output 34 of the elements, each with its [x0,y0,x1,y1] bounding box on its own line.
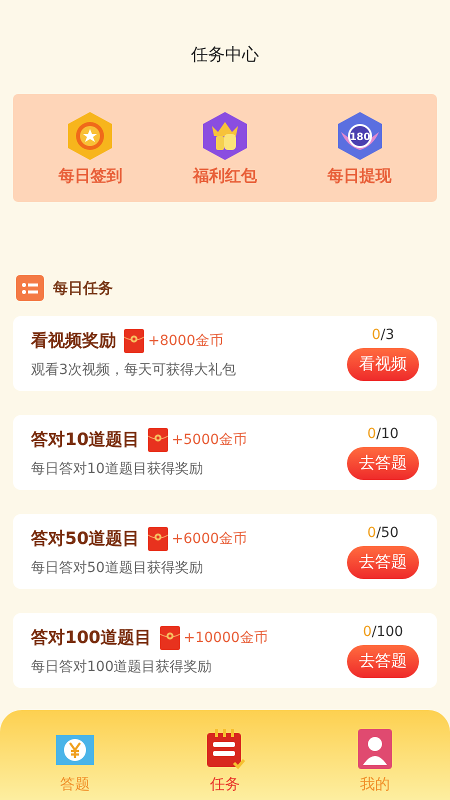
section-title: 每日任务 [53,278,113,298]
task-button[interactable]: 去答题 [347,546,419,578]
reward-text: +8000金币 [148,332,224,350]
task-description: 观看3次视频，每天可获得大礼包 [31,360,237,378]
tab[interactable]: 答题 [30,727,120,800]
task-description: 每日答对10道题目获得奖励 [31,460,204,478]
notepad-icon [204,727,246,771]
task-title: 答对100道题目 [31,627,152,649]
task-description: 每日答对50道题目获得奖励 [31,558,204,576]
reward-text: +5000金币 [172,430,248,448]
list-icon [15,274,45,302]
progress-text: 0/10 [367,426,399,442]
envelope-icon [148,428,168,452]
progress-text: 0/3 [372,326,394,342]
tab[interactable]: 我的 [330,727,420,800]
task-title: 答对10道题目 [31,429,140,451]
task-button[interactable]: 看视频 [347,348,419,380]
task-button[interactable]: 去答题 [347,644,419,678]
reward-text: +10000金币 [184,628,268,646]
tab[interactable]: 任务 [180,727,270,800]
page-title: 任务中心 [191,44,259,66]
task-title: 看视频奖励 [31,330,116,352]
envelope-icon [148,526,168,550]
envelope-icon [124,328,144,352]
task-title: 答对50道题目 [31,528,140,550]
shortcut-label[interactable]: 福利红包 [192,166,257,186]
shortcut-label[interactable]: 每日签到 [58,166,122,186]
task-button[interactable]: 去答题 [347,446,419,480]
shortcut-label[interactable]: 每日提现 [328,166,392,186]
reward-text: +6000金币 [172,530,248,548]
progress-text: 0/100 [362,624,404,640]
progress-text: 0/50 [367,524,399,540]
envelope-icon [160,626,180,650]
task-description: 每日答对100道题目获得奖励 [31,658,213,676]
